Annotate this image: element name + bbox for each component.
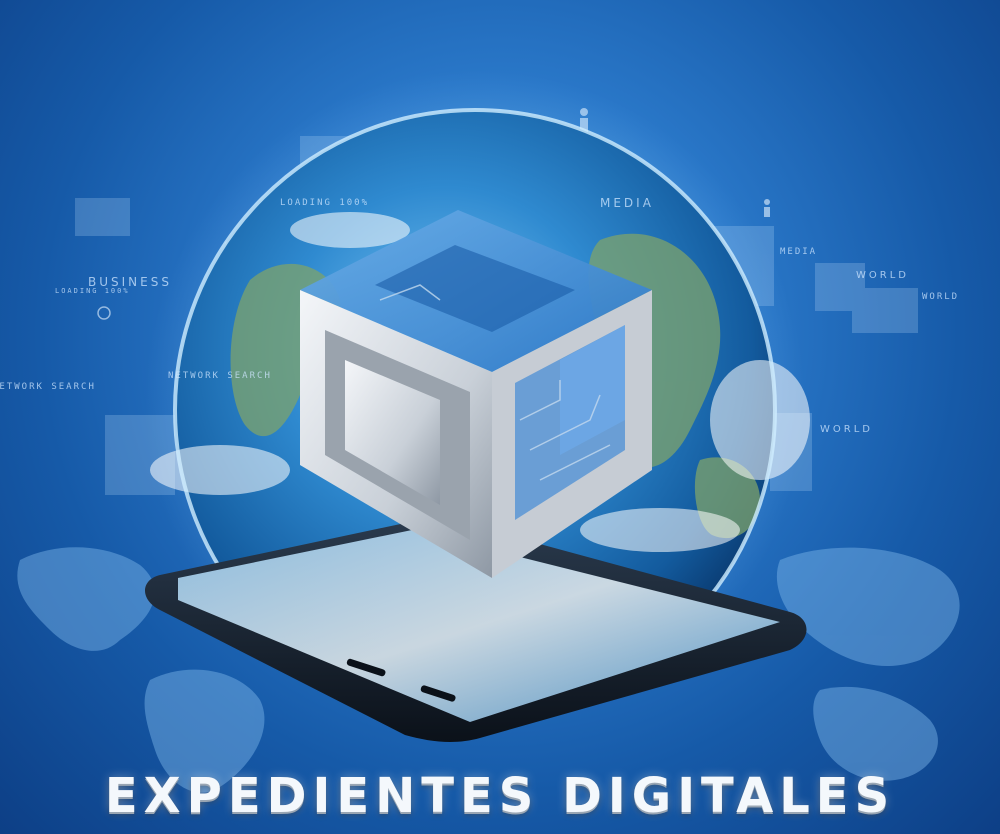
hud-world-label: WORLD — [856, 270, 909, 281]
hud-world-label-small: WORLD — [922, 292, 960, 302]
artwork — [17, 70, 960, 793]
hud-world-label-lower: WORLD — [820, 424, 873, 435]
hud-business-label: BUSINESS — [88, 275, 172, 289]
hud-network-label-left: NETWORK SEARCH — [0, 382, 96, 392]
hud-loading-label: LOADING 100% — [280, 198, 370, 208]
hud-network-label: NETWORK SEARCH — [168, 371, 272, 381]
hud-media-label: MEDIA — [600, 196, 654, 210]
scene: LOADING 100% LOADING 100% MEDIA MEDIA BU… — [0, 0, 1000, 834]
page-title: EXPEDIENTES DIGITALES — [104, 768, 896, 824]
hud-media-label-small: MEDIA — [780, 247, 818, 257]
